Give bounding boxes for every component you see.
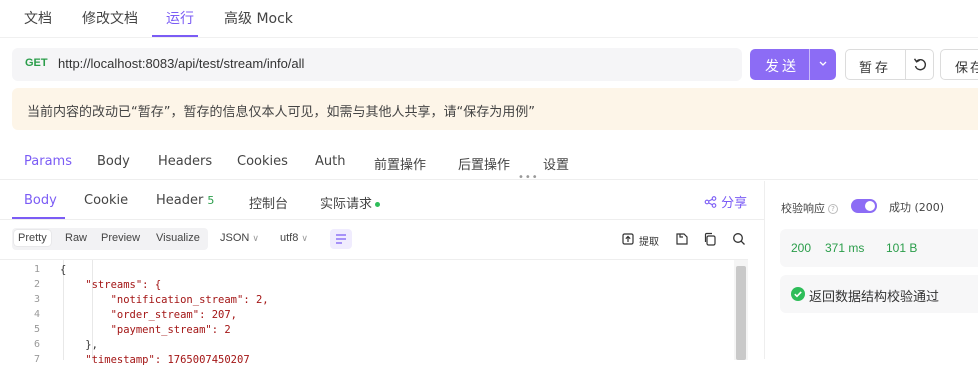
tab-response-header[interactable]: Header 5 [156,193,214,208]
send-button[interactable]: 发送 [750,49,836,80]
send-label: 发送 [765,59,799,75]
response-time: 371 ms [825,241,865,255]
validation-result: 返回数据结构校验通过 [780,275,978,313]
code-line: 7 "timestamp": 1765007450207 [33,354,250,366]
encoding-value: utf8 [280,232,299,244]
tab-edit-docs[interactable]: 修改文档 [82,8,138,28]
tab-cookies[interactable]: Cookies [237,154,288,169]
format-pretty[interactable]: Pretty [14,230,51,246]
help-icon[interactable]: ? [828,204,838,214]
send-divider [809,49,810,80]
notice-text: 当前内容的改动已“暂存”，暂存的信息仅本人可见，如需与其他人共享，请“保存为用例… [27,105,535,120]
response-tab-separator [0,219,764,220]
tab-body[interactable]: Body [97,154,130,169]
tab-auth[interactable]: Auth [315,154,345,169]
code-line: 5 "payment_stream": 2 [33,324,231,336]
top-tab-bar: 文档 修改文档 运行 高级 Mock [0,0,978,38]
chevron-down-icon: ∨ [252,233,259,243]
encoding-select[interactable]: utf8 ∨ [280,232,308,244]
tab-response-cookie[interactable]: Cookie [84,193,128,208]
format-raw[interactable]: Raw [65,232,87,244]
format-visualize[interactable]: Visualize [156,232,200,244]
tab-docs[interactable]: 文档 [24,8,52,28]
save-to-file-icon[interactable] [674,231,690,247]
undo-icon[interactable] [912,56,928,72]
tab-params[interactable]: Params [24,154,72,169]
copy-icon[interactable] [702,231,718,247]
share-icon [704,196,717,208]
share-button[interactable]: 分享 [704,192,747,211]
header-count-badge: 5 [207,194,215,207]
stash-divider [905,50,906,79]
stash-notice: 当前内容的改动已“暂存”，暂存的信息仅本人可见，如需与其他人共享，请“保存为用例… [12,88,978,130]
validate-toggle[interactable] [851,199,877,213]
expected-status-select[interactable]: 成功 (200) [889,199,944,215]
tab-advanced-mock[interactable]: 高级 Mock [224,8,293,28]
tab-pre-actions[interactable]: 前置操作 [374,154,426,173]
response-panel: Body Cookie Header 5 控制台 实际请求 分享 Pretty R… [0,181,764,366]
code-line: 6 }, [33,339,98,351]
url-bar[interactable]: GET http://localhost:8083/api/test/strea… [12,48,742,81]
tab-console[interactable]: 控制台 [249,193,288,212]
response-stats: 200 371 ms 101 B [780,229,978,267]
code-line: 4 "order_stream": 207, [33,309,238,321]
toggle-knob [865,201,875,211]
tab-response-body[interactable]: Body [24,193,57,208]
tab-settings[interactable]: 设置 [543,154,569,173]
validate-response-label: 校验响应? [781,200,838,216]
word-wrap-icon[interactable] [330,229,352,249]
status-code: 200 [791,241,812,255]
send-options-chevron-icon[interactable] [818,54,828,77]
search-icon[interactable] [731,231,747,247]
extract-icon[interactable] [620,231,636,247]
url-input[interactable]: http://localhost:8083/api/test/stream/in… [58,56,304,71]
stash-button[interactable]: 暂存 [845,49,934,80]
response-code-viewer[interactable]: 1{ 2 "streams": { 3 "notification_stream… [0,259,748,366]
response-size: 101 B [886,241,918,255]
check-circle-icon [791,287,805,301]
content-type-value: JSON [220,232,250,244]
code-line: 2 "streams": { [33,279,162,291]
tab-run[interactable]: 运行 [166,8,194,28]
stash-label: 暂存 [859,61,892,76]
code-line: 1{ [33,264,67,276]
save-label: 保存 [955,61,978,76]
save-button[interactable]: 保存 [940,49,978,80]
extract-label[interactable]: 提取 [639,233,659,248]
code-scrollbar[interactable] [734,260,748,360]
validation-text: 返回数据结构校验通过 [809,290,940,305]
chevron-down-icon: ∨ [301,233,309,243]
response-summary-panel: 校验响应? 成功 (200) 200 371 ms 101 B 返回数据结构校验… [765,181,978,359]
code-line: 3 "notification_stream": 2, [33,294,269,306]
share-label: 分享 [721,196,748,211]
tab-actual-request-label: 实际请求 [320,197,373,212]
format-switcher: Pretty Raw Preview Visualize [12,228,208,250]
tab-headers[interactable]: Headers [158,154,212,169]
method-select[interactable]: GET [25,57,48,69]
scroll-thumb[interactable] [736,266,746,360]
tab-post-actions[interactable]: 后置操作 [458,154,510,173]
tab-actual-request[interactable]: 实际请求 [320,193,381,212]
content-type-select[interactable]: JSON ∨ [220,232,259,244]
format-preview[interactable]: Preview [101,232,140,244]
status-dot-icon [375,202,381,207]
active-tab-indicator [152,35,198,37]
tab-response-header-label: Header [156,193,204,208]
request-tab-bar: Params Body Headers Cookies Auth 前置操作 后置… [0,140,978,180]
